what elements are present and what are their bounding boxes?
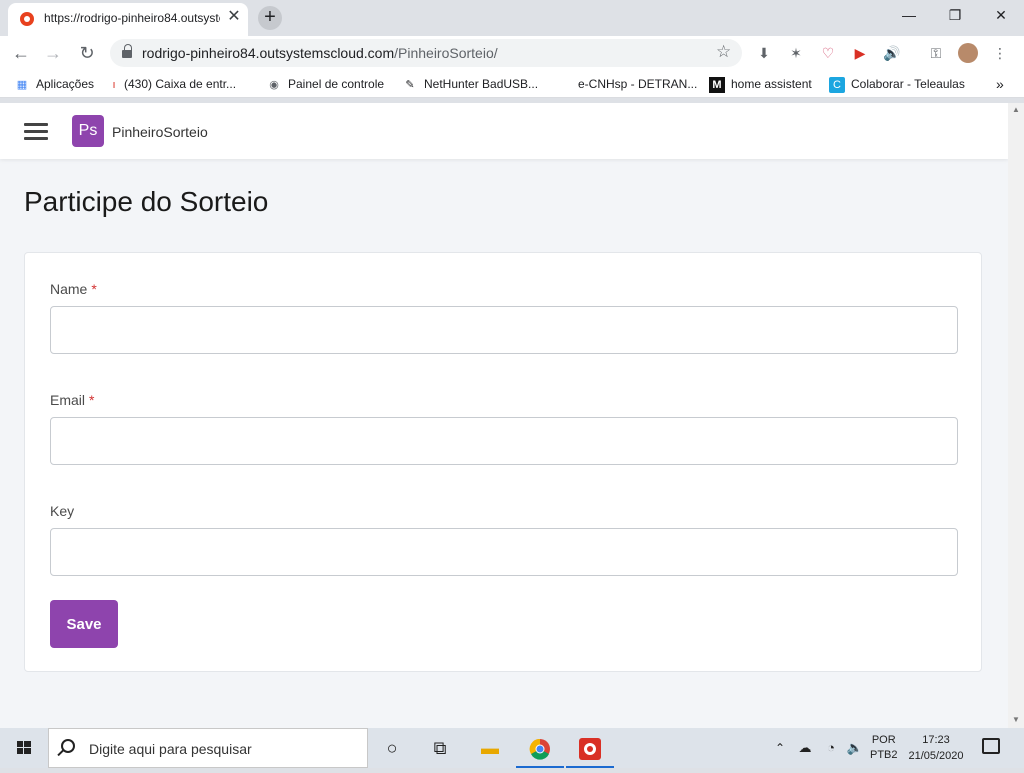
- keyboard-layout: PTB2: [870, 749, 898, 761]
- volume-icon[interactable]: 🔈: [844, 728, 866, 768]
- name-label: Name *: [50, 281, 97, 297]
- onedrive-cloud-icon[interactable]: ☁: [794, 728, 816, 768]
- pin-extension-icon[interactable]: ✶: [786, 43, 806, 63]
- page-title: Participe do Sorteio: [24, 186, 269, 217]
- address-bar[interactable]: rodrigo-pinheiro84.outsystemscloud.com/P…: [110, 39, 742, 67]
- globe-icon: ◉: [269, 78, 279, 91]
- bookmark-label: (430) Caixa de entr...: [124, 77, 237, 91]
- bookmark-detran[interactable]: e-CNHsp - DETRAN...: [578, 75, 697, 93]
- sound-extension-icon[interactable]: 🔊: [882, 43, 902, 63]
- bookmark-label: NetHunter BadUSB...: [424, 77, 539, 91]
- bookmark-label: home assistent: [731, 77, 812, 91]
- required-marker: *: [91, 281, 97, 297]
- task-view-icon[interactable]: ⧉: [416, 728, 464, 768]
- new-tab-button[interactable]: +: [258, 6, 282, 30]
- email-input[interactable]: [50, 417, 958, 465]
- browser-tab[interactable]: https://rodrigo-pinheiro84.outsystemsclo…: [8, 3, 248, 36]
- url-text[interactable]: rodrigo-pinheiro84.outsystemscloud.com/P…: [142, 45, 498, 61]
- record-app-icon: [579, 738, 601, 761]
- bookmark-apps[interactable]: ▦ Aplicações: [14, 75, 94, 93]
- usb-icon: ✎: [405, 78, 415, 91]
- email-label: Email *: [50, 392, 94, 408]
- wifi-icon[interactable]: ◔: [820, 728, 842, 768]
- windows-taskbar: Digite aqui para pesquisar ○ ⧉ ▬ ⌃ ☁ ◔ 🔈…: [0, 728, 1024, 768]
- url-host: rodrigo-pinheiro84.outsystemscloud.com: [142, 45, 395, 61]
- lock-icon[interactable]: [122, 44, 132, 59]
- taskbar-search-placeholder: Digite aqui para pesquisar: [89, 741, 252, 757]
- clock-date: 21/05/2020: [908, 750, 964, 762]
- tab-close-icon[interactable]: ✕: [224, 7, 244, 27]
- file-explorer-icon[interactable]: ▬: [466, 728, 514, 768]
- site-favicon-icon: [20, 12, 34, 26]
- bookmark-colaborar[interactable]: C Colaborar - Teleaulas: [829, 75, 965, 93]
- name-input[interactable]: [50, 306, 958, 354]
- show-hidden-icons-icon[interactable]: ⌃: [770, 728, 790, 768]
- language-indicator[interactable]: POR PTB2: [870, 733, 898, 763]
- bookmark-gmail[interactable]: ı (430) Caixa de entr...: [110, 75, 236, 93]
- gmail-icon: ı: [112, 78, 116, 91]
- app-taskbar-icon[interactable]: [566, 728, 614, 768]
- play-extension-icon[interactable]: ▶: [850, 43, 870, 63]
- app-header: Ps PinheiroSorteio: [0, 103, 1008, 159]
- close-window-button[interactable]: ✕: [978, 0, 1024, 30]
- url-path: /PinheiroSorteio/: [394, 45, 498, 61]
- notifications-icon[interactable]: [982, 738, 1000, 754]
- clock-time: 17:23: [922, 734, 950, 746]
- cortana-icon[interactable]: ○: [368, 728, 416, 768]
- apps-grid-icon: ▦: [16, 78, 28, 91]
- download-extension-icon[interactable]: ⬇: [754, 43, 774, 63]
- bookmark-label: Painel de controle: [288, 77, 385, 91]
- profile-avatar-icon[interactable]: [958, 43, 978, 63]
- app-name[interactable]: PinheiroSorteio: [112, 124, 208, 140]
- hamburger-menu-icon[interactable]: [24, 123, 48, 141]
- heart-extension-icon[interactable]: ♡: [818, 43, 838, 63]
- taskbar-search-box[interactable]: Digite aqui para pesquisar: [48, 728, 368, 768]
- bookmark-label: Colaborar - Teleaulas: [851, 77, 965, 91]
- name-label-text: Name: [50, 281, 88, 297]
- minimize-button[interactable]: —: [886, 0, 932, 30]
- key-extension-icon[interactable]: ⚿: [926, 43, 946, 63]
- restore-button[interactable]: ❐: [932, 0, 978, 30]
- bookmarks-bar: ▦ Aplicações ı (430) Caixa de entr... ◉ Pai…: [0, 70, 1024, 98]
- forward-arrow-icon[interactable]: →: [40, 40, 66, 66]
- save-button[interactable]: Save: [50, 600, 118, 648]
- windows-logo-icon: [17, 741, 31, 754]
- scroll-up-arrow-icon[interactable]: ▲: [1012, 105, 1020, 114]
- bookmark-nethunter[interactable]: ✎ NetHunter BadUSB...: [402, 75, 538, 93]
- medium-icon: M: [709, 76, 725, 93]
- reload-icon[interactable]: ↻: [74, 40, 100, 66]
- registration-form: Name * Email * Key Save: [24, 252, 982, 672]
- search-icon: [61, 739, 75, 753]
- bookmark-home-assistent[interactable]: Mhome assistent: [709, 75, 812, 93]
- bookmark-painel[interactable]: ◉ Painel de controle: [266, 75, 384, 93]
- colaborar-icon: C: [829, 76, 845, 93]
- scroll-down-arrow-icon[interactable]: ▼: [1012, 715, 1020, 724]
- back-arrow-icon[interactable]: ←: [8, 40, 34, 66]
- chrome-menu-icon[interactable]: ⋮: [990, 43, 1010, 63]
- windows-start-button[interactable]: [0, 728, 48, 768]
- browser-toolbar: ← → ↻ rodrigo-pinheiro84.outsystemscloud…: [0, 36, 1024, 70]
- tab-title: https://rodrigo-pinheiro84.outsystemsclo…: [44, 11, 220, 25]
- email-label-text: Email: [50, 392, 86, 408]
- key-label: Key: [50, 503, 75, 519]
- chrome-taskbar-icon[interactable]: [516, 728, 564, 768]
- taskbar-clock[interactable]: 17:23 21/05/2020: [906, 732, 966, 764]
- key-input[interactable]: [50, 528, 958, 576]
- bookmark-label: Aplicações: [36, 77, 95, 91]
- page-scrollbar[interactable]: ▲ ▼: [1008, 103, 1024, 728]
- bookmark-label: e-CNHsp - DETRAN...: [578, 77, 698, 91]
- system-tray: ⌃ ☁ ◔ 🔈 POR PTB2 17:23 21/05/2020: [770, 728, 1024, 768]
- required-marker: *: [89, 392, 95, 408]
- page-viewport: Ps PinheiroSorteio Participe do Sorteio …: [0, 103, 1024, 728]
- language-code: POR: [871, 734, 896, 746]
- chrome-logo-icon: [529, 739, 550, 760]
- browser-tab-strip: https://rodrigo-pinheiro84.outsystemsclo…: [0, 0, 1024, 36]
- app-logo[interactable]: Ps: [72, 115, 104, 147]
- bookmark-star-icon[interactable]: ☆: [716, 42, 731, 62]
- more-bookmarks-button[interactable]: »: [996, 75, 1004, 93]
